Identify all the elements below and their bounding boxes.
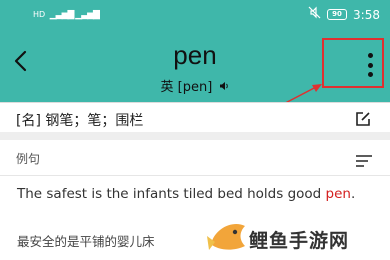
clock: 3:58	[353, 7, 380, 22]
watermark: 鲤鱼手游网	[205, 214, 390, 260]
signal-indicators: HD ▁▃▅▇ ▁▃▅▇	[33, 8, 100, 22]
more-menu-button[interactable]	[362, 50, 378, 80]
definition-text: [名] 钢笔；笔；围栏	[16, 113, 144, 129]
definition-row: [名] 钢笔；笔；围栏	[0, 102, 390, 140]
sentence-translation: 最安全的是平铺的婴儿床	[17, 234, 155, 249]
word-header: pen 英 [pen]	[0, 30, 390, 102]
word-title: pen	[173, 40, 217, 70]
mute-icon	[308, 6, 321, 23]
sentence-end: .	[350, 186, 356, 202]
status-right: 90 3:58	[308, 6, 380, 23]
fish-logo-icon	[207, 224, 245, 250]
highlighted-word: pen	[325, 186, 351, 202]
watermark-text: 鲤鱼手游网	[249, 230, 350, 252]
edit-icon	[356, 112, 370, 126]
more-vertical-icon	[367, 53, 373, 58]
speaker-icon[interactable]	[219, 81, 229, 94]
examples-title: 例句	[16, 152, 41, 166]
status-bar: HD ▁▃▅▇ ▁▃▅▇ 90 3:58	[0, 0, 390, 30]
example-sentence: The safest is the infants tiled bed hold…	[17, 184, 362, 205]
network-label: HD	[33, 10, 46, 19]
sentence-text: The safest is the infants tiled bed hold…	[17, 186, 326, 202]
phonetic-row: 英 [pen]	[0, 76, 390, 95]
sort-button[interactable]	[356, 152, 372, 167]
signal-bars-icon: ▁▃▅▇ ▁▃▅▇	[49, 10, 100, 20]
phonetic-label: 英 [pen]	[160, 80, 213, 95]
battery-icon: 90	[327, 9, 348, 20]
examples-header: 例句	[0, 140, 390, 176]
sort-icon	[356, 155, 372, 167]
edit-button[interactable]	[354, 110, 372, 128]
